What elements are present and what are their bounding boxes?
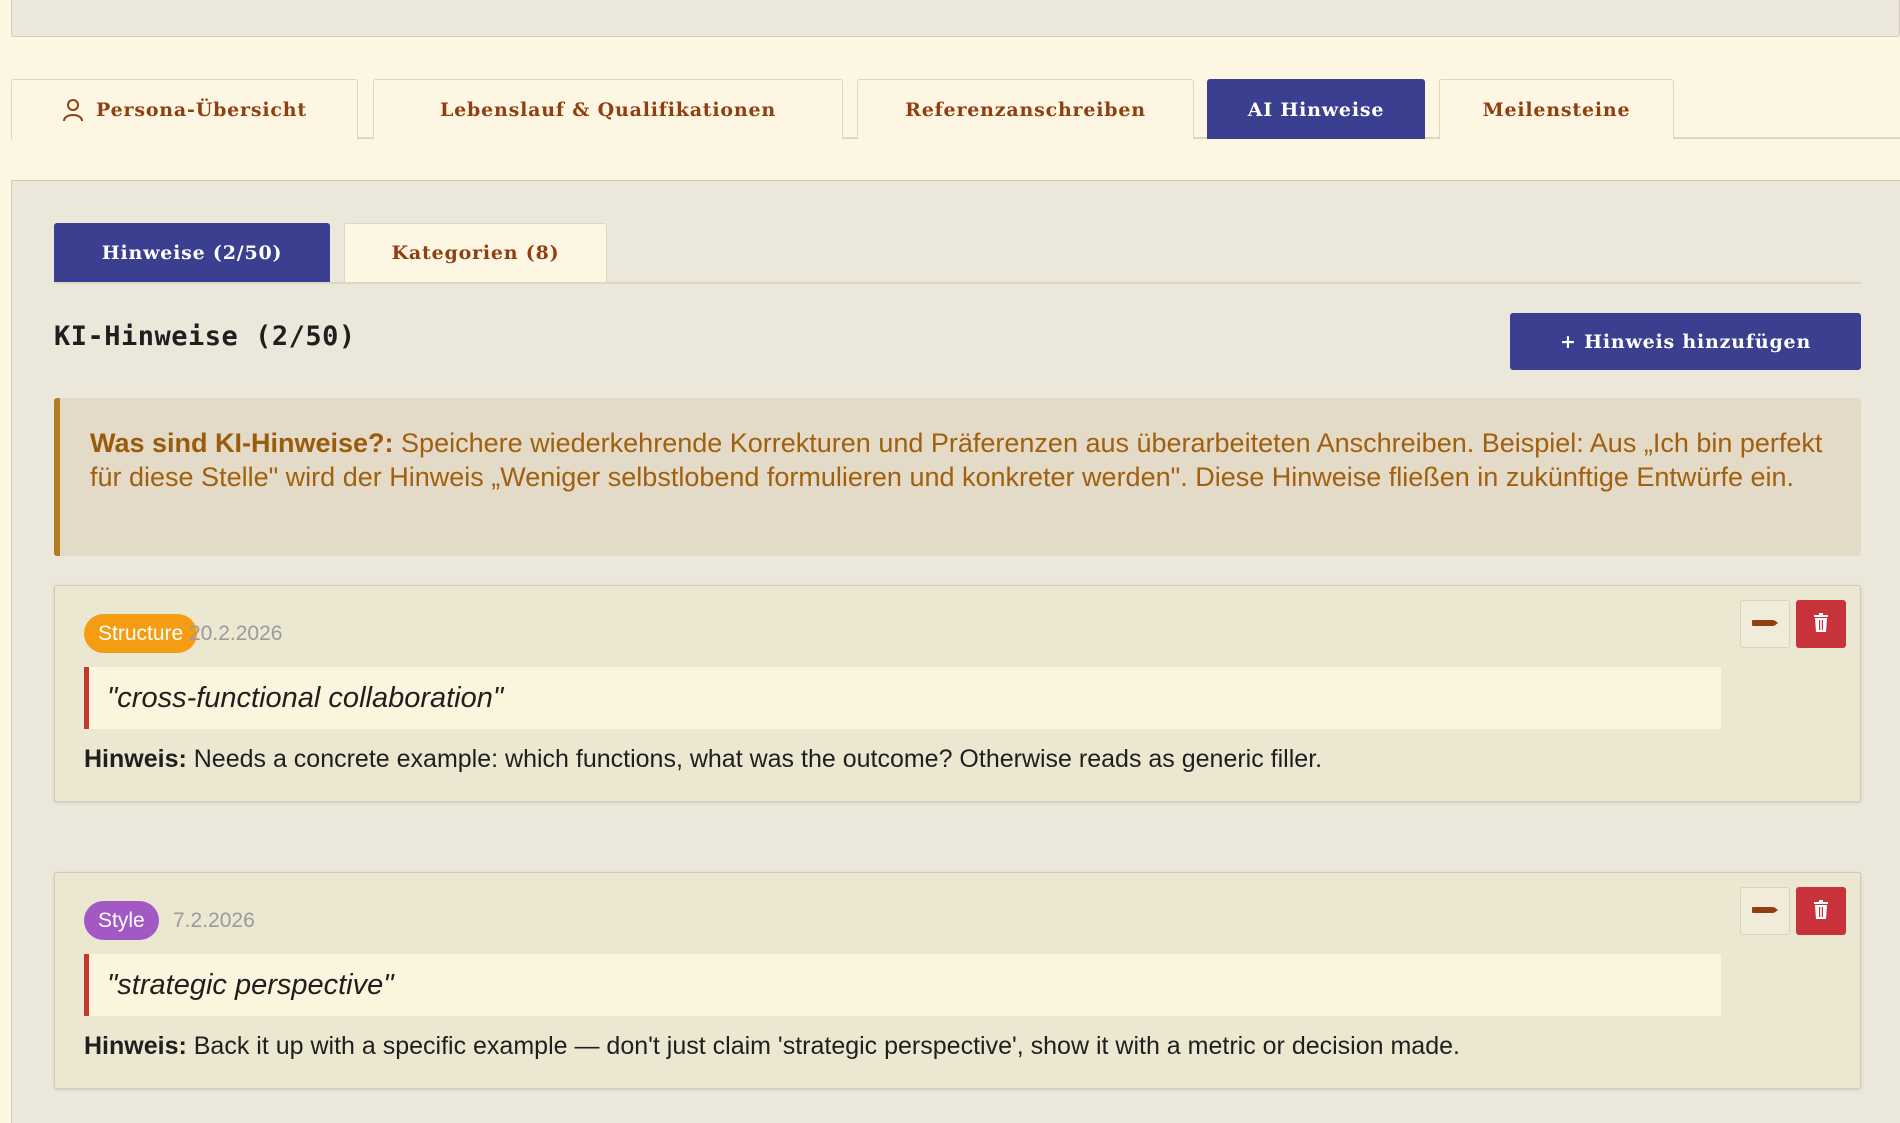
tab-ai-hints[interactable]: AI Hinweise — [1207, 79, 1425, 139]
person-icon — [62, 98, 84, 122]
edit-icon — [1751, 617, 1779, 632]
trash-icon — [1813, 612, 1829, 636]
note-text: Back it up with a specific example — don… — [186, 1032, 1460, 1060]
info-heading: Was sind KI-Hinweise?: — [90, 428, 394, 458]
delete-button[interactable] — [1796, 887, 1846, 935]
sub-tab-bar: Hinweise (2/50) Kategorien (8) — [54, 223, 1861, 284]
subtab-label: Hinweise (2/50) — [101, 242, 283, 264]
subtab-categories[interactable]: Kategorien (8) — [344, 223, 607, 282]
hint-card: Structure 20.2.2026 "cross-functional co… — [54, 585, 1861, 802]
tab-label: Persona-Übersicht — [96, 98, 307, 121]
hint-quote: "strategic perspective" — [84, 954, 1721, 1016]
tab-label: Meilensteine — [1482, 98, 1631, 121]
hint-quote: "cross-functional collaboration" — [84, 667, 1721, 729]
quote-text: "cross-functional collaboration" — [107, 681, 504, 714]
tab-reference-letters[interactable]: Referenzanschreiben — [857, 79, 1194, 139]
edit-button[interactable] — [1740, 887, 1790, 935]
trash-icon — [1813, 899, 1829, 923]
hint-date: 20.2.2026 — [189, 621, 283, 645]
note-label: Hinweis: — [84, 1032, 187, 1060]
add-hint-button[interactable]: + Hinweis hinzufügen — [1510, 313, 1861, 370]
info-box: Was sind KI-Hinweise?: Speichere wiederk… — [54, 398, 1861, 556]
section-title: KI-Hinweise (2/50) — [54, 321, 356, 352]
note-label: Hinweis: — [84, 745, 187, 773]
category-badge: Style — [84, 901, 159, 940]
tab-milestones[interactable]: Meilensteine — [1439, 79, 1674, 139]
subtab-hints[interactable]: Hinweise (2/50) — [54, 223, 330, 282]
hints-panel: Hinweise (2/50) Kategorien (8) KI-Hinwei… — [11, 180, 1900, 1123]
hint-note: Hinweis: Needs a concrete example: which… — [84, 745, 1322, 774]
tab-cv-qualifications[interactable]: Lebenslauf & Qualifikationen — [373, 79, 843, 139]
hint-date: 7.2.2026 — [173, 908, 255, 932]
quote-text: "strategic perspective" — [107, 968, 394, 1001]
category-badge: Structure — [84, 614, 198, 653]
subtab-label: Kategorien (8) — [391, 242, 560, 264]
tab-persona-overview[interactable]: Persona-Übersicht — [11, 79, 358, 139]
hint-card: Style 7.2.2026 "strategic perspective" H… — [54, 872, 1861, 1089]
note-text: Needs a concrete example: which function… — [186, 745, 1323, 773]
edit-button[interactable] — [1740, 600, 1790, 648]
hint-note: Hinweis: Back it up with a specific exam… — [84, 1032, 1460, 1061]
top-bar — [11, 0, 1900, 37]
tab-label: Referenzanschreiben — [905, 98, 1146, 121]
tab-label: Lebenslauf & Qualifikationen — [440, 98, 776, 121]
main-tab-bar: Persona-Übersicht Lebenslauf & Qualifika… — [11, 79, 1900, 139]
edit-icon — [1751, 904, 1779, 919]
tab-label: AI Hinweise — [1247, 98, 1385, 121]
delete-button[interactable] — [1796, 600, 1846, 648]
